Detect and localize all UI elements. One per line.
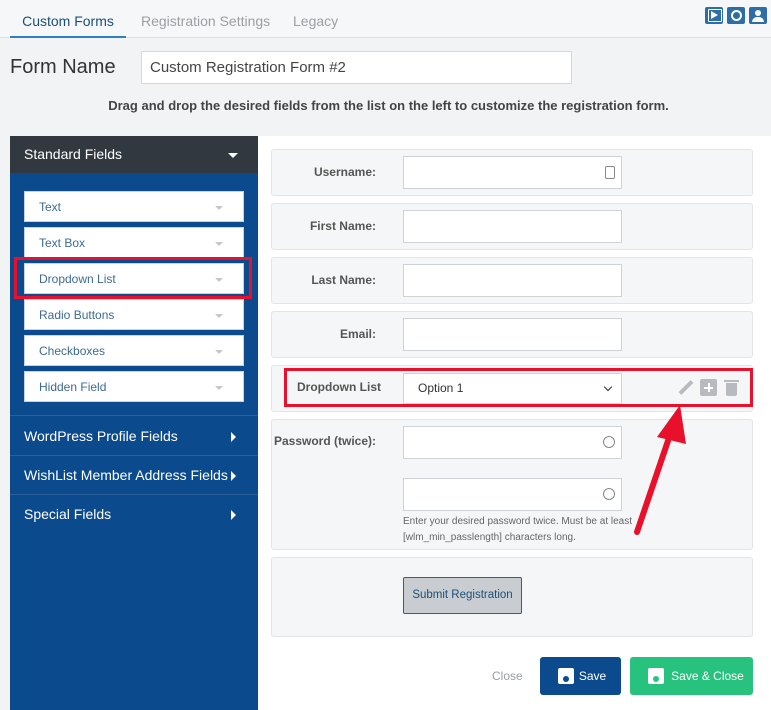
row-last-name[interactable]: Last Name:: [271, 257, 753, 304]
highlight-box: [14, 257, 252, 299]
top-icons: [705, 7, 767, 24]
standard-fields-header[interactable]: Standard Fields: [10, 136, 258, 173]
row-username[interactable]: Username:: [271, 149, 753, 196]
first-name-input[interactable]: [403, 210, 622, 243]
form-name-label: Form Name: [10, 56, 116, 78]
chevron-down-icon: [215, 242, 223, 246]
form-preview: Username: First Name: Last Name: Email: …: [258, 136, 771, 710]
field-palette: Standard Fields Text Text Box Dropdown L…: [10, 136, 258, 710]
password-confirm-input[interactable]: [403, 478, 622, 511]
last-name-label: Last Name:: [311, 273, 376, 287]
save-button-label: Save: [578, 669, 607, 683]
caret-down-icon: [228, 153, 238, 158]
section-special-fields[interactable]: Special Fields: [10, 495, 258, 534]
password-helper-text: Enter your desired password twice. Must …: [403, 516, 632, 543]
chevron-down-icon: [215, 350, 223, 354]
email-input[interactable]: [403, 318, 622, 351]
field-item-radio-buttons[interactable]: Radio Buttons: [24, 299, 244, 330]
username-input[interactable]: [403, 156, 622, 189]
save-close-button[interactable]: Save & Close: [630, 657, 753, 695]
save-button[interactable]: Save: [540, 657, 621, 695]
chevron-down-icon: [215, 314, 223, 318]
username-label: Username:: [313, 165, 376, 179]
field-item-text-box[interactable]: Text Box: [24, 227, 244, 258]
last-name-input[interactable]: [403, 264, 622, 297]
password-input[interactable]: [403, 426, 622, 459]
field-item-text[interactable]: Text: [24, 191, 244, 222]
caret-right-icon: [231, 471, 236, 481]
row-email[interactable]: Email:: [271, 311, 753, 358]
email-label: Email:: [339, 327, 376, 341]
save-close-button-label: Save & Close: [671, 669, 744, 683]
tab-custom-forms[interactable]: Custom Forms: [10, 0, 126, 38]
field-item-checkboxes[interactable]: Checkboxes: [24, 335, 244, 366]
form-name-input[interactable]: Custom Registration Form #2: [141, 51, 572, 84]
row-password[interactable]: Password (twice): Enter your desired pas…: [271, 419, 753, 550]
key-icon: [603, 436, 615, 448]
row-first-name[interactable]: First Name:: [271, 203, 753, 250]
submit-registration-button[interactable]: Submit Registration: [403, 577, 522, 614]
instructions-text: Drag and drop the desired fields from th…: [108, 98, 669, 113]
close-link[interactable]: Close: [492, 669, 523, 683]
video-icon[interactable]: [705, 7, 723, 24]
caret-right-icon: [231, 432, 236, 442]
password-label: Password (twice):: [273, 434, 376, 448]
tab-legacy[interactable]: Legacy: [293, 0, 338, 38]
user-icon[interactable]: [749, 7, 767, 24]
highlight-box: [284, 368, 753, 407]
search-icon[interactable]: [727, 7, 745, 24]
chevron-down-icon: [215, 386, 223, 390]
section-wordpress-profile-fields[interactable]: WordPress Profile Fields: [10, 417, 258, 456]
chevron-down-icon: [215, 206, 223, 210]
standard-fields-list: Text Text Box Dropdown List Radio Button…: [10, 173, 258, 416]
row-submit: Submit Registration: [271, 557, 753, 637]
top-tab-bar: Custom Forms Registration Settings Legac…: [0, 0, 771, 38]
field-item-hidden-field[interactable]: Hidden Field: [24, 371, 244, 402]
caret-right-icon: [231, 510, 236, 520]
tab-registration-settings[interactable]: Registration Settings: [141, 0, 270, 38]
section-wishlist-address-fields[interactable]: WishList Member Address Fields: [10, 456, 258, 495]
first-name-label: First Name:: [309, 219, 376, 233]
contact-card-icon: [605, 166, 615, 179]
key-icon: [603, 488, 615, 500]
standard-fields-label: Standard Fields: [24, 146, 123, 162]
